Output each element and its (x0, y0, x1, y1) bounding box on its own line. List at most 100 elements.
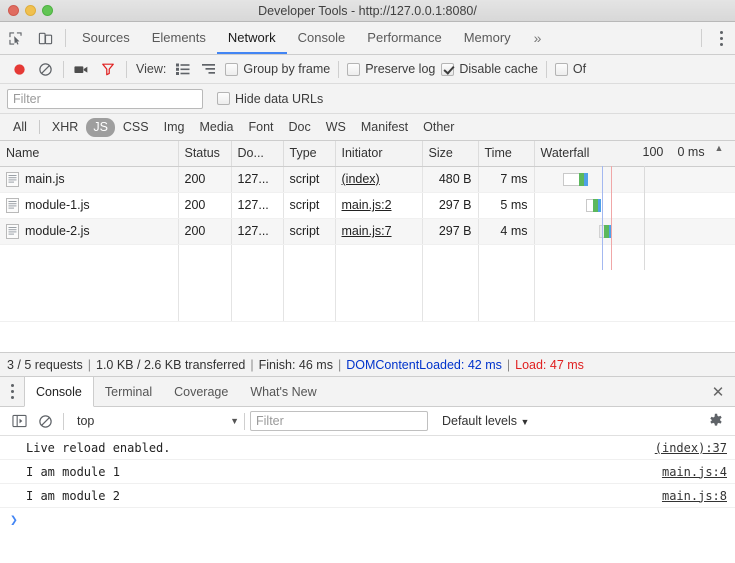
close-drawer-icon[interactable]: ✕ (701, 377, 735, 406)
tab-console[interactable]: Console (287, 22, 357, 54)
console-message-list: Live reload enabled. (index):37 I am mod… (0, 436, 735, 563)
list-view-icon[interactable] (170, 56, 196, 82)
column-header-name[interactable]: Name (0, 141, 179, 167)
table-header-row: Name Status Do... Type Initiator Size Ti… (0, 141, 735, 167)
maximize-window-button[interactable] (42, 5, 53, 16)
type-filter-css[interactable]: CSS (116, 118, 156, 137)
table-row[interactable]: module-1.js 200 127... script main.js:2 … (0, 192, 735, 219)
close-window-button[interactable] (8, 5, 19, 16)
column-header-waterfall[interactable]: Waterfall 100 0 ms ▲ (534, 141, 735, 167)
request-initiator-cell[interactable]: (index) (335, 166, 423, 193)
type-filter-xhr[interactable]: XHR (45, 118, 85, 137)
type-filter-media[interactable]: Media (192, 118, 240, 137)
summary-separator: | (87, 357, 91, 372)
initiator-link[interactable]: (index) (342, 172, 380, 186)
tab-network[interactable]: Network (216, 22, 287, 54)
execution-context-selector[interactable]: top ▼ (69, 414, 239, 428)
devtools-menu-icon[interactable] (707, 22, 735, 54)
waterfall-bars (535, 167, 735, 192)
toolbar-divider (244, 412, 245, 430)
console-message[interactable]: I am module 2 main.js:8 (0, 484, 735, 508)
window-controls (0, 5, 53, 16)
checkbox-box (441, 62, 455, 76)
console-message[interactable]: I am module 1 main.js:4 (0, 460, 735, 484)
group-by-frame-checkbox[interactable]: Group by frame (225, 62, 330, 76)
console-prompt[interactable]: ❯ (0, 508, 735, 532)
drawer-tab-terminal[interactable]: Terminal (94, 377, 163, 406)
request-waterfall-cell (534, 166, 735, 193)
camera-icon[interactable] (69, 56, 95, 82)
console-message-source-link[interactable]: main.js:8 (662, 489, 727, 503)
request-time-cell: 5 ms (478, 192, 535, 219)
offline-checkbox[interactable]: Of (554, 62, 586, 76)
type-filter-doc[interactable]: Doc (282, 118, 318, 137)
console-message-text: I am module 2 (26, 488, 120, 503)
disable-cache-checkbox[interactable]: Disable cache (441, 62, 538, 76)
request-name-label: module-2.js (25, 224, 90, 238)
preserve-log-checkbox[interactable]: Preserve log (347, 62, 435, 76)
table-row[interactable]: module-2.js 200 127... script main.js:7 … (0, 218, 735, 245)
column-header-type[interactable]: Type (283, 141, 336, 167)
clear-requests-icon[interactable] (32, 56, 58, 82)
drawer-tab-coverage[interactable]: Coverage (163, 377, 239, 406)
sort-caret-icon[interactable]: ▲ (715, 143, 724, 153)
tab-elements[interactable]: Elements (141, 22, 217, 54)
drawer-tab-whats-new[interactable]: What's New (239, 377, 327, 406)
tab-memory[interactable]: Memory (453, 22, 522, 54)
console-message[interactable]: Live reload enabled. (index):37 (0, 436, 735, 460)
waterfall-view-icon[interactable] (196, 56, 222, 82)
request-name-cell[interactable]: module-1.js (0, 192, 179, 219)
table-row[interactable]: main.js 200 127... script (index) 480 B … (0, 166, 735, 193)
console-message-source-link[interactable]: main.js:4 (662, 465, 727, 479)
type-filter-img[interactable]: Img (157, 118, 192, 137)
column-header-initiator[interactable]: Initiator (335, 141, 423, 167)
console-message-text: Live reload enabled. (26, 440, 171, 455)
record-button-icon[interactable] (6, 56, 32, 82)
waterfall-label: Waterfall (540, 146, 590, 161)
type-filter-font[interactable]: Font (242, 118, 281, 137)
request-status-cell: 200 (178, 166, 232, 193)
type-filter-divider (38, 120, 40, 134)
type-filter-manifest[interactable]: Manifest (354, 118, 415, 137)
device-toolbar-icon[interactable] (30, 22, 60, 54)
initiator-link[interactable]: main.js:7 (342, 224, 392, 238)
column-header-domain[interactable]: Do... (231, 141, 284, 167)
clear-console-icon[interactable] (32, 408, 58, 434)
console-filter-input[interactable] (250, 411, 428, 431)
log-levels-dropdown[interactable]: Default levels ▼ (442, 414, 529, 428)
type-filter-ws[interactable]: WS (319, 118, 353, 137)
hide-data-urls-checkbox[interactable]: Hide data URLs (217, 92, 323, 106)
request-name-cell[interactable]: main.js (0, 166, 179, 193)
type-filter-other[interactable]: Other (416, 118, 461, 137)
request-initiator-cell[interactable]: main.js:7 (335, 218, 423, 245)
checkbox-box (225, 62, 239, 76)
disable-cache-label: Disable cache (459, 62, 538, 76)
script-file-icon (6, 197, 19, 213)
tab-sources[interactable]: Sources (71, 22, 141, 54)
filter-input[interactable] (7, 88, 203, 109)
minimize-window-button[interactable] (25, 5, 36, 16)
toolbar-divider (126, 60, 127, 78)
console-message-source-link[interactable]: (index):37 (655, 441, 727, 455)
column-header-time[interactable]: Time (478, 141, 535, 167)
filter-funnel-icon[interactable] (95, 56, 121, 82)
more-tabs-icon[interactable]: » (522, 22, 554, 54)
gear-icon[interactable] (703, 413, 729, 429)
request-initiator-cell[interactable]: main.js:2 (335, 192, 423, 219)
request-name-cell[interactable]: module-2.js (0, 218, 179, 245)
type-filter-js[interactable]: JS (86, 117, 115, 137)
summary-finish: Finish: 46 ms (258, 357, 333, 372)
request-size-cell: 297 B (422, 218, 479, 245)
drawer-menu-icon[interactable] (0, 377, 24, 406)
inspect-element-icon[interactable] (0, 22, 30, 54)
console-sidebar-icon[interactable] (6, 408, 32, 434)
column-header-status[interactable]: Status (178, 141, 232, 167)
type-filter-all[interactable]: All (6, 118, 34, 137)
drawer-tab-console[interactable]: Console (24, 377, 94, 407)
column-header-size[interactable]: Size (422, 141, 479, 167)
tab-performance[interactable]: Performance (356, 22, 452, 54)
drawer-tab-bar: Console Terminal Coverage What's New ✕ (0, 377, 735, 407)
initiator-link[interactable]: main.js:2 (342, 198, 392, 212)
execution-context-label: top (77, 414, 95, 428)
toolbar-divider (545, 60, 547, 78)
